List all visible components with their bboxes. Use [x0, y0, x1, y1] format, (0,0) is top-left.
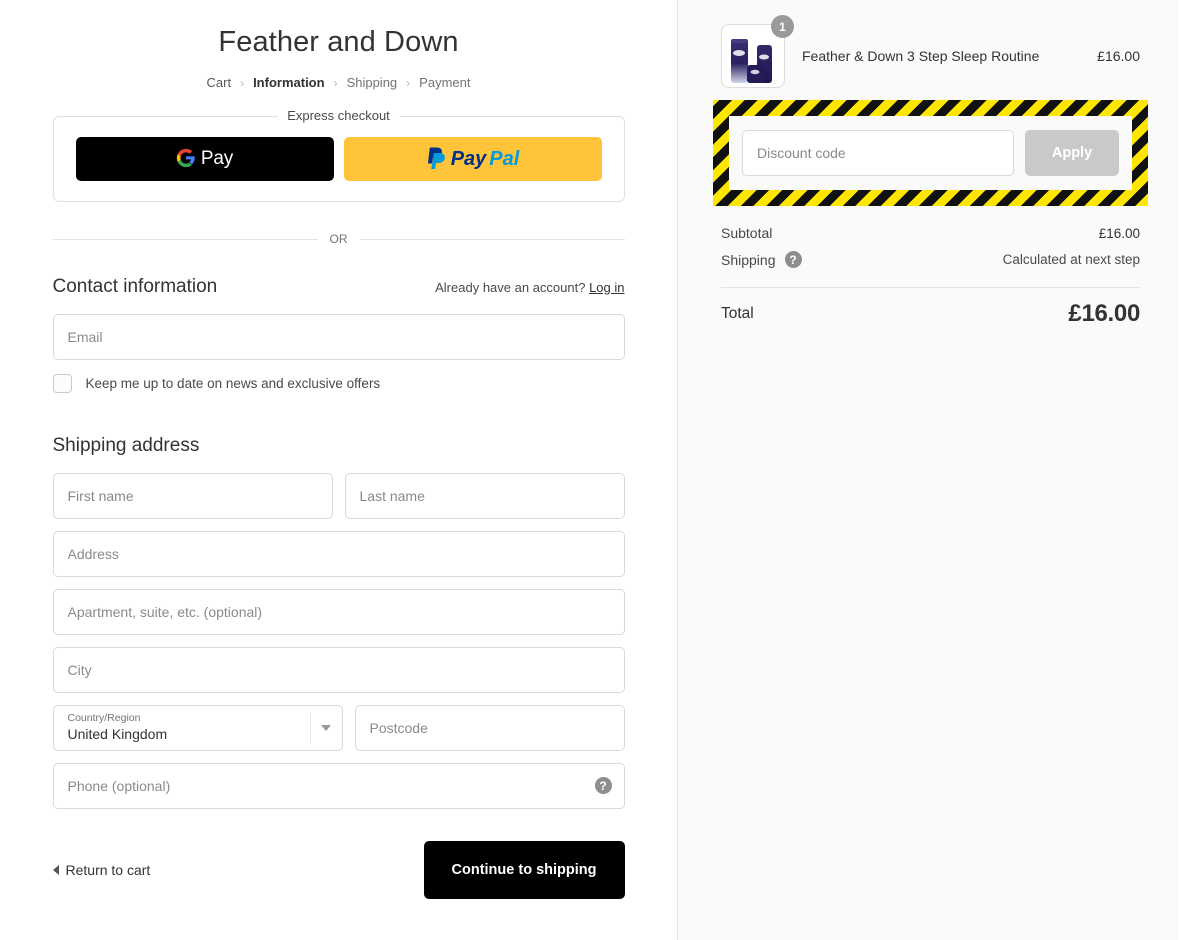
- product-name: Feather & Down 3 Step Sleep Routine: [802, 47, 1040, 64]
- contact-information-header: Contact information Already have an acco…: [53, 276, 625, 298]
- checkout-form-column: Feather and Down Cart › Information › Sh…: [0, 0, 678, 940]
- subtotal-label: Subtotal: [721, 225, 773, 241]
- order-summary-column: 1 Feather & Down 3 Step Sleep Routine £1…: [678, 0, 1179, 940]
- chevron-down-icon: [309, 712, 342, 744]
- totals-divider: [721, 287, 1140, 288]
- form-footer: Return to cart Continue to shipping: [52, 841, 625, 899]
- newsletter-checkbox[interactable]: [52, 374, 72, 393]
- country-region-select[interactable]: Country/Region United Kingdom: [52, 705, 343, 751]
- paypal-logo-icon: [426, 146, 448, 173]
- newsletter-row: Keep me up to date on news and exclusive…: [52, 374, 625, 393]
- shipping-row: Shipping ? Calculated at next step: [721, 246, 1140, 273]
- breadcrumb: Cart › Information › Shipping › Payment: [53, 75, 625, 90]
- country-region-value: United Kingdom: [67, 726, 168, 742]
- phone-field[interactable]: [52, 763, 625, 809]
- google-pay-label: Pay: [200, 148, 234, 169]
- last-name-field[interactable]: [344, 473, 625, 519]
- or-divider: OR: [52, 232, 625, 246]
- express-checkout-card: Express checkout Pay Pay Pal: [52, 108, 625, 202]
- login-prompt-text: Already have an account?: [435, 280, 586, 295]
- breadcrumb-item-payment: Payment: [419, 75, 471, 90]
- newsletter-label: Keep me up to date on news and exclusive…: [85, 376, 381, 391]
- address-field[interactable]: [52, 531, 625, 577]
- first-name-field[interactable]: [52, 473, 333, 519]
- log-in-link[interactable]: Log in: [589, 280, 624, 295]
- divider-line-right: [359, 238, 625, 240]
- shipping-address-title: Shipping address: [52, 435, 200, 456]
- breadcrumb-separator-icon: ›: [406, 75, 411, 90]
- apartment-field[interactable]: [52, 589, 625, 635]
- breadcrumb-item-cart[interactable]: Cart: [207, 75, 232, 90]
- breadcrumb-item-shipping: Shipping: [346, 75, 398, 90]
- discount-highlight-border: Apply: [713, 100, 1148, 206]
- continue-to-shipping-button[interactable]: Continue to shipping: [423, 841, 625, 899]
- paypal-button[interactable]: Pay Pal: [343, 137, 602, 181]
- email-field[interactable]: [52, 314, 625, 360]
- product-price: £16.00: [1097, 48, 1140, 64]
- login-prompt: Already have an account? Log in: [435, 280, 624, 295]
- shipping-value: Calculated at next step: [1002, 252, 1140, 267]
- express-checkout-legend: Express checkout: [277, 108, 400, 123]
- shipping-label: Shipping: [721, 251, 776, 268]
- grand-total-row: Total £16.00: [721, 300, 1140, 328]
- divider-line-left: [52, 238, 318, 240]
- country-region-label: Country/Region: [67, 712, 141, 724]
- discount-code-row: Apply: [729, 116, 1132, 190]
- name-row: [52, 473, 625, 519]
- phone-row: ?: [52, 763, 625, 809]
- breadcrumb-item-information[interactable]: Information: [253, 75, 325, 90]
- city-field[interactable]: [52, 647, 625, 693]
- country-postcode-row: Country/Region United Kingdom: [52, 705, 625, 751]
- discount-code-input[interactable]: [742, 130, 1014, 176]
- postcode-field[interactable]: [354, 705, 625, 751]
- total-value: £16.00: [1068, 300, 1140, 327]
- return-to-cart-link[interactable]: Return to cart: [52, 862, 151, 878]
- breadcrumb-separator-icon: ›: [240, 75, 245, 90]
- quantity-badge: 1: [771, 15, 794, 38]
- page-title: Feather and Down: [218, 26, 459, 58]
- or-label: OR: [329, 232, 348, 246]
- phone-help-icon[interactable]: ?: [594, 777, 612, 794]
- checkout-page: Feather and Down Cart › Information › Sh…: [0, 0, 1180, 940]
- chevron-left-icon: [52, 865, 59, 875]
- shipping-label-group: Shipping ?: [721, 251, 802, 268]
- shipping-help-icon[interactable]: ?: [784, 251, 802, 268]
- product-thumbnail-wrap: 1: [721, 15, 794, 88]
- order-totals: Subtotal £16.00 Shipping ? Calculated at…: [721, 220, 1140, 328]
- subtotal-value: £16.00: [1098, 225, 1140, 241]
- google-pay-button[interactable]: Pay: [75, 137, 334, 181]
- contact-information-title: Contact information: [52, 276, 218, 297]
- apply-discount-button[interactable]: Apply: [1025, 130, 1119, 176]
- total-label: Total: [721, 305, 754, 322]
- return-to-cart-label: Return to cart: [65, 862, 151, 878]
- order-line-item: 1 Feather & Down 3 Step Sleep Routine £1…: [721, 15, 1140, 88]
- subtotal-row: Subtotal £16.00: [721, 220, 1140, 246]
- breadcrumb-separator-icon: ›: [333, 75, 338, 90]
- google-g-icon: [176, 148, 196, 171]
- paypal-label-pay: Pay: [450, 147, 487, 170]
- paypal-label-pal: Pal: [489, 147, 520, 170]
